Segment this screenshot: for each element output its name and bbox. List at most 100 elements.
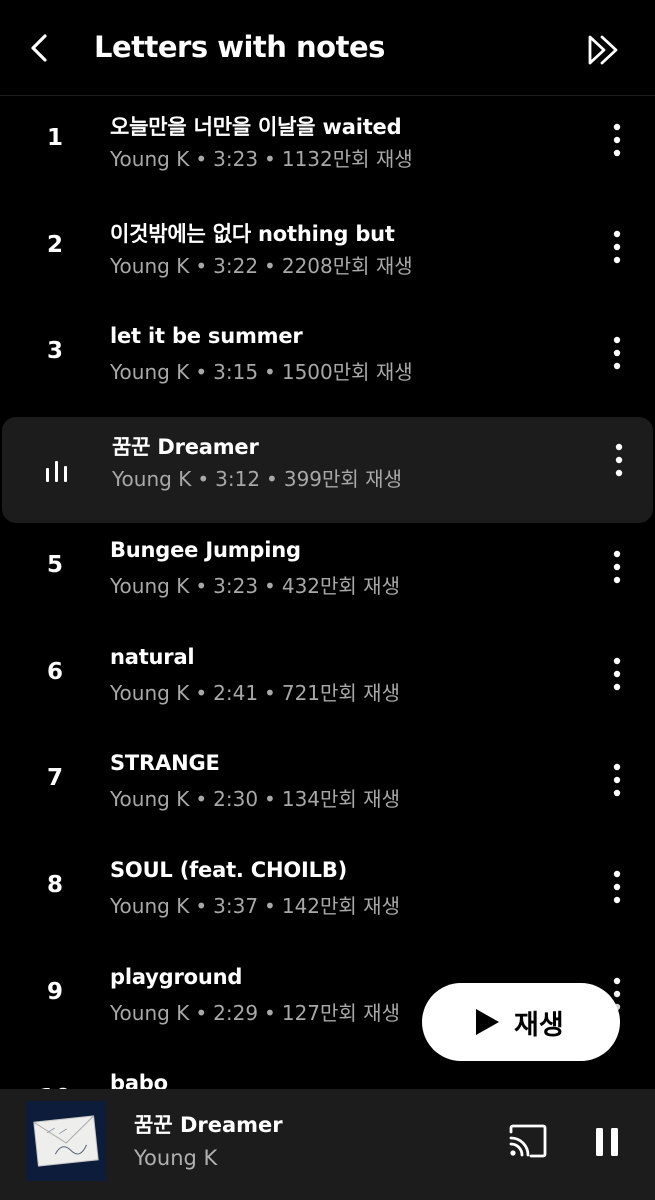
track-title: let it be summer bbox=[110, 324, 303, 348]
more-vertical-icon bbox=[615, 443, 623, 477]
more-options-button[interactable] bbox=[600, 757, 634, 803]
now-playing-title: 꿈꾼 Dreamer bbox=[134, 1113, 283, 1137]
separator: • bbox=[264, 787, 276, 811]
page-title: Letters with notes bbox=[94, 30, 385, 64]
track-row[interactable]: 7 STRANGE Young K • 2:30 • 134만회 재생 bbox=[0, 737, 655, 843]
more-vertical-icon bbox=[613, 123, 621, 157]
track-duration: 3:23 bbox=[213, 147, 259, 171]
play-all-button[interactable]: 재생 bbox=[422, 983, 620, 1061]
track-title: SOUL (feat. CHOILB) bbox=[110, 858, 348, 882]
track-plays: 142만회 재생 bbox=[281, 894, 400, 918]
track-number: 1 bbox=[46, 125, 63, 151]
track-artist: Young K bbox=[110, 254, 190, 278]
track-number: 2 bbox=[46, 232, 63, 258]
track-plays: 1500만회 재생 bbox=[281, 360, 413, 384]
track-row[interactable]: 1 오늘만을 너만을 이날을 waited Young K • 3:23 • 1132만회 … bbox=[0, 97, 655, 203]
track-row[interactable]: 5 Bungee Jumping Young K • 3:23 • 432만회 재생 bbox=[0, 524, 655, 630]
equalizer-icon bbox=[46, 461, 67, 482]
cast-button[interactable] bbox=[507, 1123, 549, 1159]
more-options-button[interactable] bbox=[602, 437, 636, 483]
album-art bbox=[26, 1101, 106, 1181]
track-artist: Young K bbox=[112, 467, 192, 491]
track-row[interactable]: 3 let it be summer Young K • 3:15 • 1500만회 재생 bbox=[0, 310, 655, 416]
track-duration: 3:22 bbox=[213, 254, 259, 278]
more-vertical-icon bbox=[613, 230, 621, 264]
track-meta: Young K • 3:15 • 1500만회 재생 bbox=[110, 356, 413, 385]
separator: • bbox=[264, 147, 276, 171]
more-options-button[interactable] bbox=[600, 544, 634, 590]
now-playing-artist: Young K bbox=[134, 1146, 218, 1170]
separator: • bbox=[266, 467, 278, 491]
separator: • bbox=[264, 894, 276, 918]
track-title: 오늘만을 너만을 이날을 waited bbox=[110, 115, 402, 139]
separator: • bbox=[195, 1001, 208, 1025]
track-duration: 2:41 bbox=[213, 681, 259, 705]
track-meta: Young K • 2:30 • 134만회 재생 bbox=[110, 783, 400, 812]
track-meta: Young K • 2:41 • 721만회 재생 bbox=[110, 677, 400, 706]
more-options-button[interactable] bbox=[600, 224, 634, 270]
double-chevron-right-icon bbox=[588, 35, 618, 65]
track-title: playground bbox=[110, 965, 243, 989]
track-plays: 399만회 재생 bbox=[283, 467, 402, 491]
track-row[interactable]: 2 이것밖에는 없다 nothing but Young K • 3:22 • 2208만회… bbox=[0, 204, 655, 310]
separator: • bbox=[264, 1001, 276, 1025]
more-vertical-icon bbox=[613, 870, 621, 904]
track-title: 이것밖에는 없다 nothing but bbox=[110, 222, 395, 246]
more-options-button[interactable] bbox=[600, 864, 634, 910]
more-vertical-icon bbox=[613, 657, 621, 691]
track-artist: Young K bbox=[110, 574, 190, 598]
track-row[interactable]: 6 natural Young K • 2:41 • 721만회 재생 bbox=[0, 631, 655, 737]
pause-button[interactable] bbox=[588, 1123, 626, 1161]
next-button[interactable] bbox=[585, 30, 625, 70]
more-options-button[interactable] bbox=[600, 330, 634, 376]
track-meta: Young K • 2:29 • 127만회 재생 bbox=[110, 997, 400, 1026]
track-title: babo bbox=[110, 1071, 168, 1089]
more-vertical-icon bbox=[613, 336, 621, 370]
separator: • bbox=[264, 574, 276, 598]
track-plays: 127만회 재생 bbox=[281, 1001, 400, 1025]
more-vertical-icon bbox=[613, 550, 621, 584]
track-row[interactable]: 꿈꾼 Dreamer Young K • 3:12 • 399만회 재생 bbox=[2, 417, 653, 523]
track-meta: Young K • 3:22 • 2208만회 재생 bbox=[110, 250, 413, 279]
track-meta: Young K • 3:23 • 432만회 재생 bbox=[110, 570, 400, 599]
track-plays: 134만회 재생 bbox=[281, 787, 400, 811]
track-duration: 2:29 bbox=[213, 1001, 259, 1025]
track-duration: 2:30 bbox=[213, 787, 259, 811]
separator: • bbox=[195, 254, 208, 278]
track-plays: 432만회 재생 bbox=[281, 574, 400, 598]
separator: • bbox=[197, 467, 210, 491]
track-title: 꿈꾼 Dreamer bbox=[112, 435, 259, 459]
chevron-left-icon bbox=[31, 34, 47, 62]
track-artist: Young K bbox=[110, 681, 190, 705]
track-number: 6 bbox=[46, 659, 63, 685]
more-vertical-icon bbox=[613, 763, 621, 797]
track-number: 3 bbox=[46, 338, 63, 364]
track-plays: 1132만회 재생 bbox=[281, 147, 413, 171]
track-duration: 3:12 bbox=[215, 467, 261, 491]
track-duration: 3:37 bbox=[213, 894, 259, 918]
track-artist: Young K bbox=[110, 360, 190, 384]
play-icon bbox=[476, 1009, 499, 1035]
track-row[interactable]: 8 SOUL (feat. CHOILB) Young K • 3:37 • 142만회 재… bbox=[0, 844, 655, 950]
track-meta: Young K • 3:23 • 1132만회 재생 bbox=[110, 143, 413, 172]
header: Letters with notes bbox=[0, 0, 655, 96]
track-artist: Young K bbox=[110, 1001, 190, 1025]
track-list: 1 오늘만을 너만을 이날을 waited Young K • 3:23 • 1132만회 … bbox=[0, 97, 655, 1089]
track-meta: Young K • 3:12 • 399만회 재생 bbox=[112, 463, 402, 492]
track-meta: Young K • 3:37 • 142만회 재생 bbox=[110, 890, 400, 919]
track-number: 9 bbox=[46, 979, 63, 1005]
track-duration: 3:15 bbox=[213, 360, 259, 384]
track-artist: Young K bbox=[110, 787, 190, 811]
pause-icon bbox=[596, 1128, 618, 1156]
mini-player[interactable]: 꿈꾼 Dreamer Young K bbox=[0, 1089, 655, 1200]
separator: • bbox=[264, 681, 276, 705]
track-duration: 3:23 bbox=[213, 574, 259, 598]
more-options-button[interactable] bbox=[600, 651, 634, 697]
separator: • bbox=[195, 147, 208, 171]
separator: • bbox=[195, 360, 208, 384]
separator: • bbox=[195, 574, 208, 598]
back-button[interactable] bbox=[22, 30, 58, 66]
separator: • bbox=[264, 360, 276, 384]
track-row[interactable]: 10babo bbox=[0, 1057, 655, 1089]
more-options-button[interactable] bbox=[600, 117, 634, 163]
